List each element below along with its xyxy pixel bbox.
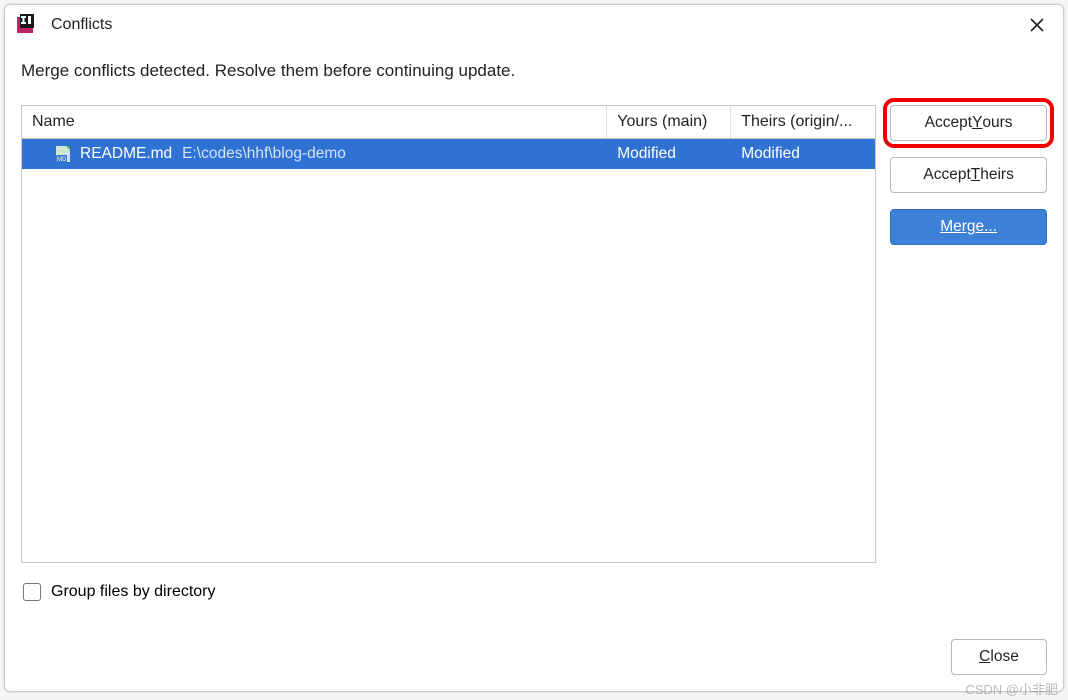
- dialog-content: Merge conflicts detected. Resolve them b…: [5, 45, 1063, 621]
- dialog-footer: Close: [5, 621, 1063, 691]
- markdown-file-icon: MD: [56, 146, 74, 162]
- group-by-dir-checkbox[interactable]: [23, 583, 41, 601]
- file-name: README.md: [80, 145, 172, 163]
- close-button[interactable]: Close: [951, 639, 1047, 675]
- conflicts-dialog: Conflicts Merge conflicts detected. Reso…: [4, 4, 1064, 692]
- accept-theirs-button[interactable]: Accept Theirs: [890, 157, 1047, 193]
- window-close-button[interactable]: [1021, 9, 1053, 41]
- titlebar: Conflicts: [5, 5, 1063, 45]
- col-header-yours[interactable]: Yours (main): [607, 106, 731, 138]
- col-header-theirs[interactable]: Theirs (origin/...: [731, 106, 875, 138]
- cell-name: MD README.md E:\codes\hhf\blog-demo: [22, 145, 607, 163]
- group-by-dir-label: Group files by directory: [51, 583, 216, 601]
- app-icon: [15, 14, 37, 36]
- col-header-name[interactable]: Name: [22, 106, 607, 138]
- dialog-title: Conflicts: [51, 16, 112, 34]
- file-path: E:\codes\hhf\blog-demo: [182, 145, 346, 163]
- action-buttons: Accept Yours Accept Theirs Merge...: [890, 105, 1047, 563]
- accept-yours-button[interactable]: Accept Yours: [890, 105, 1047, 141]
- cell-yours: Modified: [607, 145, 731, 163]
- main-row: Name Yours (main) Theirs (origin/...: [21, 105, 1047, 563]
- conflict-message: Merge conflicts detected. Resolve them b…: [21, 61, 1047, 81]
- svg-text:MD: MD: [57, 157, 67, 162]
- cell-theirs: Modified: [731, 145, 875, 163]
- merge-button[interactable]: Merge...: [890, 209, 1047, 245]
- group-by-dir-row: Group files by directory: [23, 583, 1045, 601]
- conflicts-table[interactable]: Name Yours (main) Theirs (origin/...: [21, 105, 876, 563]
- table-body: MD README.md E:\codes\hhf\blog-demo Modi…: [22, 139, 875, 562]
- table-row[interactable]: MD README.md E:\codes\hhf\blog-demo Modi…: [22, 139, 875, 169]
- table-header: Name Yours (main) Theirs (origin/...: [22, 106, 875, 139]
